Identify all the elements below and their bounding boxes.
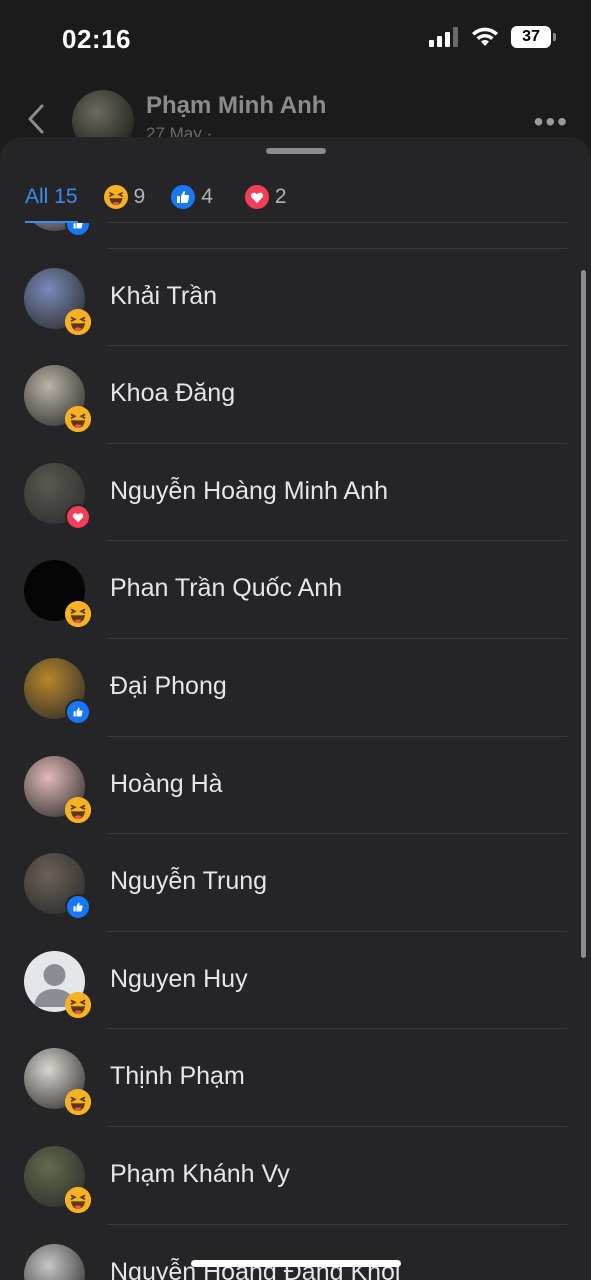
reactor-row[interactable]: Nguyễn Hoàng Đăng Khôi bbox=[0, 1225, 591, 1280]
haha-icon bbox=[65, 1186, 91, 1213]
reactor-row[interactable]: Hoàng Hà bbox=[0, 737, 591, 835]
reactor-name: Nguyễn Hoàng Minh Anh bbox=[110, 476, 388, 505]
reactor-row[interactable]: Phạm Khánh Vy bbox=[0, 1127, 591, 1225]
tab-like[interactable]: 4 bbox=[171, 173, 213, 221]
reactor-row[interactable]: Nguyen Huy bbox=[0, 932, 591, 1030]
haha-icon bbox=[65, 796, 91, 823]
home-indicator bbox=[191, 1260, 401, 1267]
reactor-name: Thịnh Phạm bbox=[110, 1062, 245, 1091]
tab-like-count: 4 bbox=[201, 185, 213, 208]
back-icon[interactable] bbox=[24, 102, 48, 136]
reactor-name: Nguyễn Trung bbox=[110, 867, 268, 896]
love-icon bbox=[244, 185, 269, 209]
reactor-row[interactable] bbox=[0, 223, 591, 249]
love-icon bbox=[65, 503, 91, 530]
sheet-grabber[interactable] bbox=[266, 148, 326, 154]
reactor-row[interactable]: Đại Phong bbox=[0, 639, 591, 737]
status-bar: 02:16 37 bbox=[0, 0, 591, 78]
reactor-row[interactable]: Thịnh Phạm bbox=[0, 1029, 591, 1127]
like-icon bbox=[171, 185, 196, 209]
wifi-icon bbox=[472, 27, 498, 46]
battery-icon: 37 bbox=[511, 26, 556, 48]
tab-love-count: 2 bbox=[274, 185, 287, 208]
reactor-row[interactable]: Nguyễn Hoàng Minh Anh bbox=[0, 444, 591, 542]
haha-icon bbox=[65, 406, 91, 433]
reactor-list[interactable]: Khải Trần Khoa Đăng Nguyễn Hoàng Minh Anh P… bbox=[0, 223, 591, 1280]
status-time: 02:16 bbox=[62, 24, 131, 54]
reactions-sheet: All 15 9 4 2 Khải Trần Khoa Đăng Nguyễn … bbox=[0, 137, 591, 1280]
reactor-row[interactable]: Khoa Đăng bbox=[0, 346, 591, 444]
reactor-name: Khoa Đăng bbox=[110, 379, 236, 408]
tab-all-label: All 15 bbox=[25, 185, 78, 208]
tab-haha[interactable]: 9 bbox=[103, 173, 146, 221]
reactor-name: Khải Trần bbox=[110, 281, 218, 310]
reactor-name: Phan Trần Quốc Anh bbox=[110, 574, 343, 603]
reactor-name: Phạm Khánh Vy bbox=[110, 1159, 290, 1188]
status-icons: 37 bbox=[429, 26, 556, 48]
like-icon bbox=[65, 223, 91, 237]
tab-haha-count: 9 bbox=[133, 185, 146, 208]
like-icon bbox=[65, 894, 91, 921]
more-options-icon[interactable]: ••• bbox=[534, 106, 569, 138]
scrollbar[interactable] bbox=[581, 270, 586, 958]
signal-icon bbox=[429, 27, 458, 47]
reaction-tabs: All 15 9 4 2 bbox=[0, 173, 591, 223]
haha-icon bbox=[103, 185, 128, 209]
tab-all[interactable]: All 15 bbox=[25, 173, 78, 223]
haha-icon bbox=[65, 601, 91, 628]
reactor-name: Đại Phong bbox=[110, 671, 227, 700]
haha-icon bbox=[65, 1089, 91, 1116]
reactor-row[interactable]: Phan Trần Quốc Anh bbox=[0, 541, 591, 639]
avatar[interactable] bbox=[24, 1243, 85, 1280]
reactor-row[interactable]: Nguyễn Trung bbox=[0, 834, 591, 932]
post-author-name[interactable]: Phạm Minh Anh bbox=[146, 92, 326, 120]
haha-icon bbox=[65, 308, 91, 335]
tab-love[interactable]: 2 bbox=[244, 173, 287, 221]
like-icon bbox=[65, 698, 91, 725]
reactor-name: Nguyen Huy bbox=[110, 964, 248, 993]
reactor-name: Hoàng Hà bbox=[110, 769, 223, 798]
reactor-row[interactable]: Khải Trần bbox=[0, 249, 591, 347]
haha-icon bbox=[65, 991, 91, 1018]
